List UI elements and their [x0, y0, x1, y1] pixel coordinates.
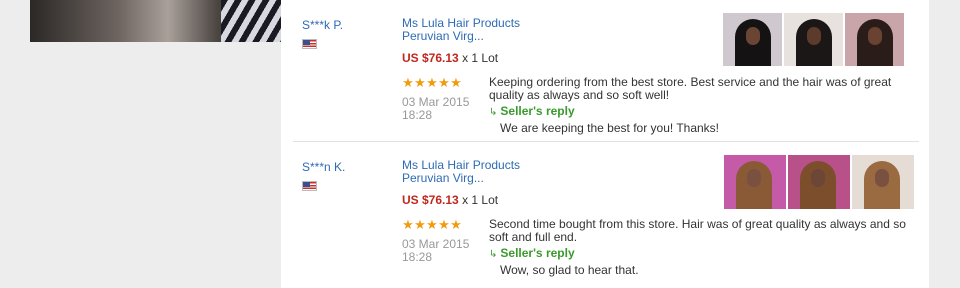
date-day: 03 Mar 2015: [402, 237, 470, 251]
star-icon: ★: [438, 217, 450, 232]
product-title-line2: Peruvian Virg...: [402, 29, 484, 43]
star-icon: ★: [402, 75, 414, 90]
review-date: 03 Mar 2015 18:28: [402, 238, 482, 264]
order-quantity: x 1 Lot: [462, 193, 499, 207]
review-comment: Keeping ordering from the best store. Be…: [489, 75, 892, 102]
product-title-line2: Peruvian Virg...: [402, 171, 484, 185]
review-photo-thumbnail[interactable]: [784, 13, 843, 66]
review-photo-thumbnail[interactable]: [845, 13, 904, 66]
star-icon: ★: [426, 217, 438, 232]
photo-face-shape: [807, 27, 821, 45]
price-amount: US $76.13: [402, 51, 459, 65]
review-photo-thumbnail[interactable]: [788, 155, 850, 209]
review-photos: [723, 13, 904, 66]
review-item: S***k P. Ms Lula Hair Products Peruvian …: [281, 0, 929, 140]
star-icon: ★: [426, 75, 438, 90]
us-flag-icon: [302, 39, 317, 49]
feedback-panel: S***k P. Ms Lula Hair Products Peruvian …: [281, 0, 929, 288]
review-comment: Second time bought from this store. Hair…: [489, 217, 906, 244]
reply-arrow-icon: ↳: [489, 107, 498, 118]
order-quantity: x 1 Lot: [462, 51, 499, 65]
review-item: S***n K. Ms Lula Hair Products Peruvian …: [281, 142, 929, 282]
product-title-line1: Ms Lula Hair Products: [402, 158, 521, 172]
review-photo-thumbnail[interactable]: [723, 13, 782, 66]
seller-reply-label: ↳ Seller's reply: [489, 104, 575, 118]
photo-face-shape: [875, 169, 889, 187]
star-rating: ★ ★ ★ ★ ★: [402, 217, 462, 232]
buyer-name[interactable]: S***k P.: [302, 18, 343, 32]
date-time: 18:28: [402, 250, 433, 264]
photo-face-shape: [746, 27, 760, 45]
review-date: 03 Mar 2015 18:28: [402, 96, 482, 122]
star-icon: ★: [402, 217, 414, 232]
star-icon: ★: [414, 217, 426, 232]
date-time: 18:28: [402, 108, 433, 122]
review-photo-thumbnail[interactable]: [852, 155, 914, 209]
seller-reply-label: ↳ Seller's reply: [489, 246, 575, 260]
flag-canton: [303, 40, 310, 45]
price-info: US $76.13 x 1 Lot: [402, 193, 498, 207]
seller-reply-text: Wow, so glad to hear that.: [500, 263, 639, 277]
star-rating: ★ ★ ★ ★ ★: [402, 75, 462, 90]
review-photo-thumbnail[interactable]: [724, 155, 786, 209]
banner-image: [30, 0, 281, 42]
seller-reply-text: We are keeping the best for you! Thanks!: [500, 121, 720, 135]
price-amount: US $76.13: [402, 193, 459, 207]
review-photos: [724, 155, 914, 209]
product-title-link[interactable]: Ms Lula Hair Products Peruvian Virg...: [402, 17, 642, 43]
reply-arrow-icon: ↳: [489, 249, 498, 260]
banner-stripe: [221, 0, 281, 42]
star-icon: ★: [450, 217, 462, 232]
price-info: US $76.13 x 1 Lot: [402, 51, 498, 65]
star-icon: ★: [414, 75, 426, 90]
star-icon: ★: [438, 75, 450, 90]
star-icon: ★: [450, 75, 462, 90]
flag-canton: [303, 182, 310, 187]
photo-face-shape: [811, 169, 825, 187]
photo-face-shape: [747, 169, 761, 187]
seller-reply-label-text: Seller's reply: [500, 104, 575, 118]
us-flag-icon: [302, 181, 317, 191]
product-title-line1: Ms Lula Hair Products: [402, 16, 521, 30]
seller-reply-label-text: Seller's reply: [500, 246, 575, 260]
photo-face-shape: [868, 27, 882, 45]
buyer-name[interactable]: S***n K.: [302, 160, 345, 174]
date-day: 03 Mar 2015: [402, 95, 470, 109]
product-title-link[interactable]: Ms Lula Hair Products Peruvian Virg...: [402, 159, 642, 185]
